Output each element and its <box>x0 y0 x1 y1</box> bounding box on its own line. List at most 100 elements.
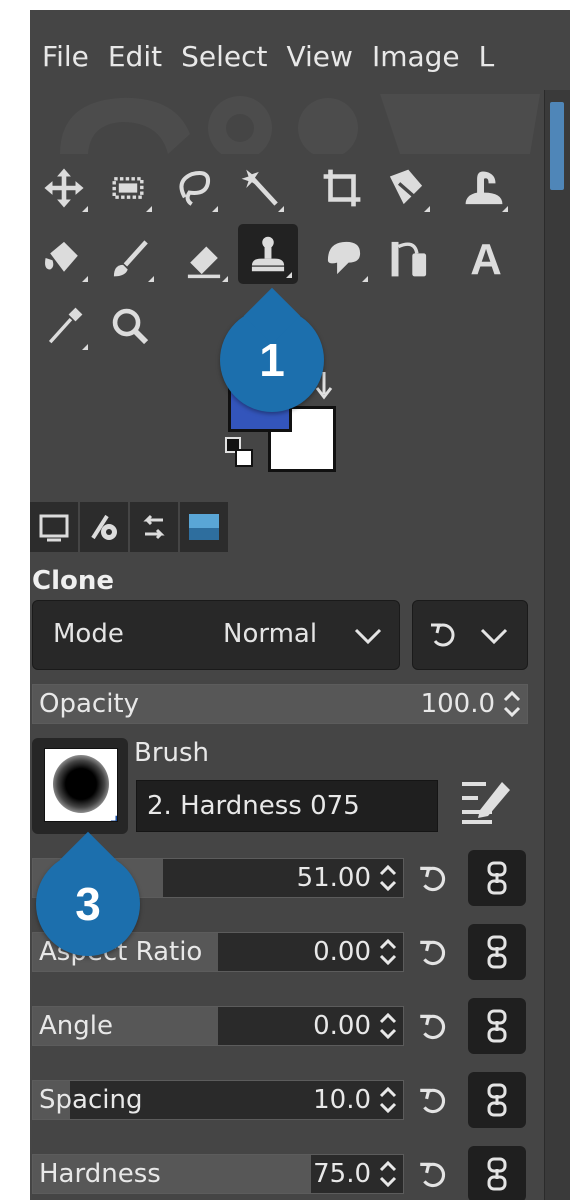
menu-layer[interactable]: L <box>479 40 495 73</box>
link-spacing-button[interactable] <box>468 1072 526 1128</box>
tool-group-indicator <box>212 206 218 212</box>
gimp-window: File Edit Select View Image L A 1 Clone … <box>30 10 570 1200</box>
tool-group-indicator <box>148 276 154 282</box>
bucket-fill-tool[interactable] <box>34 228 94 288</box>
tool-group-indicator <box>82 276 88 282</box>
color-picker-icon <box>48 307 83 344</box>
opacity-slider[interactable]: Opacity 100.0 <box>32 684 528 724</box>
tool-group-indicator <box>424 206 430 212</box>
brush-name-field[interactable]: 2. Hardness 075 <box>136 780 438 832</box>
hardness-slider[interactable]: Hardness 75.0 <box>32 1154 404 1194</box>
spin-arrows-icon[interactable] <box>377 1085 399 1115</box>
badge-number: 1 <box>259 334 285 386</box>
fuzzy-select-tool[interactable] <box>230 158 290 218</box>
link-aspect-ratio-button[interactable] <box>468 924 526 980</box>
warp-transform-tool[interactable] <box>454 158 514 218</box>
opacity-label: Opacity <box>39 689 140 719</box>
opacity-value: 100.0 <box>420 689 495 719</box>
bucket-fill-icon <box>45 241 78 272</box>
tool-group-indicator <box>82 344 88 350</box>
chain-link-icon <box>487 935 507 969</box>
brush-name-text: 2. Hardness 075 <box>147 791 360 821</box>
menu-file[interactable]: File <box>42 40 89 73</box>
mode-dropdown[interactable]: Mode Normal <box>32 600 400 670</box>
spin-arrows-icon[interactable] <box>377 937 399 967</box>
brush-thumbnail: + <box>44 748 118 822</box>
spin-arrows-icon[interactable] <box>501 689 523 719</box>
brush-shape <box>53 755 109 813</box>
link-size-button[interactable] <box>468 850 526 906</box>
clone-tool[interactable] <box>238 224 298 284</box>
move-tool[interactable] <box>34 158 94 218</box>
eraser-tool[interactable] <box>174 228 234 288</box>
brush-preview-button[interactable]: + <box>32 738 128 834</box>
reset-icon <box>431 623 455 647</box>
tab-undo-history[interactable] <box>130 502 178 552</box>
spin-arrows-icon[interactable] <box>377 863 399 893</box>
chain-link-icon <box>487 861 507 895</box>
spin-arrows-icon[interactable] <box>377 1159 399 1189</box>
menu-select[interactable]: Select <box>181 40 267 73</box>
reset-aspect-ratio-icon[interactable] <box>416 936 452 972</box>
smudge-icon <box>327 241 361 275</box>
chevron-down-icon <box>354 628 382 645</box>
tab-tool-options[interactable] <box>30 502 78 552</box>
right-dock-edge <box>544 90 570 1200</box>
mode-label: Mode <box>53 619 124 649</box>
chain-link-icon <box>487 1157 507 1191</box>
images-icon <box>189 514 219 540</box>
hardness-value: 75.0 <box>313 1159 371 1189</box>
menu-view[interactable]: View <box>286 40 352 73</box>
tool-group-indicator <box>82 206 88 212</box>
spin-arrows-icon[interactable] <box>377 1011 399 1041</box>
aspect-ratio-value: 0.00 <box>313 937 371 967</box>
reset-angle-icon[interactable] <box>416 1010 452 1046</box>
crop-icon <box>323 169 361 207</box>
annotation-badge-1: 1 <box>220 308 324 412</box>
tab-images[interactable] <box>180 502 228 552</box>
default-colors-icon[interactable] <box>224 436 256 470</box>
badge-number: 3 <box>75 878 101 930</box>
chevron-down-icon <box>480 628 508 645</box>
svg-text:A: A <box>470 235 502 281</box>
move-icon <box>44 168 84 208</box>
color-picker-tool[interactable] <box>34 296 94 356</box>
menubar: File Edit Select View Image L <box>30 28 570 84</box>
image-thumbnail[interactable] <box>550 102 564 190</box>
dock-tabs <box>30 502 570 1030</box>
tool-options-icon <box>39 514 69 542</box>
unified-transform-icon <box>389 169 423 205</box>
menu-edit[interactable]: Edit <box>108 40 162 73</box>
reset-size-icon[interactable] <box>416 862 452 898</box>
reset-hardness-icon[interactable] <box>416 1158 452 1194</box>
free-select-tool[interactable] <box>164 158 224 218</box>
paths-tool[interactable] <box>380 228 440 288</box>
device-status-icon <box>91 514 117 540</box>
text-tool[interactable]: A <box>456 228 516 288</box>
zoom-tool[interactable] <box>100 296 160 356</box>
menu-image[interactable]: Image <box>372 40 460 73</box>
rect-select-tool[interactable] <box>98 158 158 218</box>
link-angle-button[interactable] <box>468 998 526 1054</box>
wilber-banner <box>60 94 540 154</box>
angle-slider[interactable]: Angle 0.00 <box>32 1006 404 1046</box>
zoom-icon <box>112 308 149 345</box>
spacing-slider[interactable]: Spacing 10.0 <box>32 1080 404 1120</box>
tab-device-status[interactable] <box>80 502 128 552</box>
edit-brush-icon[interactable] <box>456 770 516 830</box>
chain-link-icon <box>487 1083 507 1117</box>
smudge-tool[interactable] <box>314 228 374 288</box>
crop-tool[interactable] <box>312 158 372 218</box>
paintbrush-tool[interactable] <box>100 228 160 288</box>
link-hardness-button[interactable] <box>468 1146 526 1200</box>
chain-link-icon <box>487 1009 507 1043</box>
reset-spacing-icon[interactable] <box>416 1084 452 1120</box>
spacing-value: 10.0 <box>313 1085 371 1115</box>
mode-reset-dropdown[interactable] <box>412 600 528 670</box>
paths-icon <box>391 241 427 277</box>
paintbrush-icon <box>113 240 148 277</box>
warp-transform-icon <box>465 171 503 205</box>
unified-transform-tool[interactable] <box>376 158 436 218</box>
text-icon: A <box>470 235 502 281</box>
free-select-icon <box>179 171 211 206</box>
